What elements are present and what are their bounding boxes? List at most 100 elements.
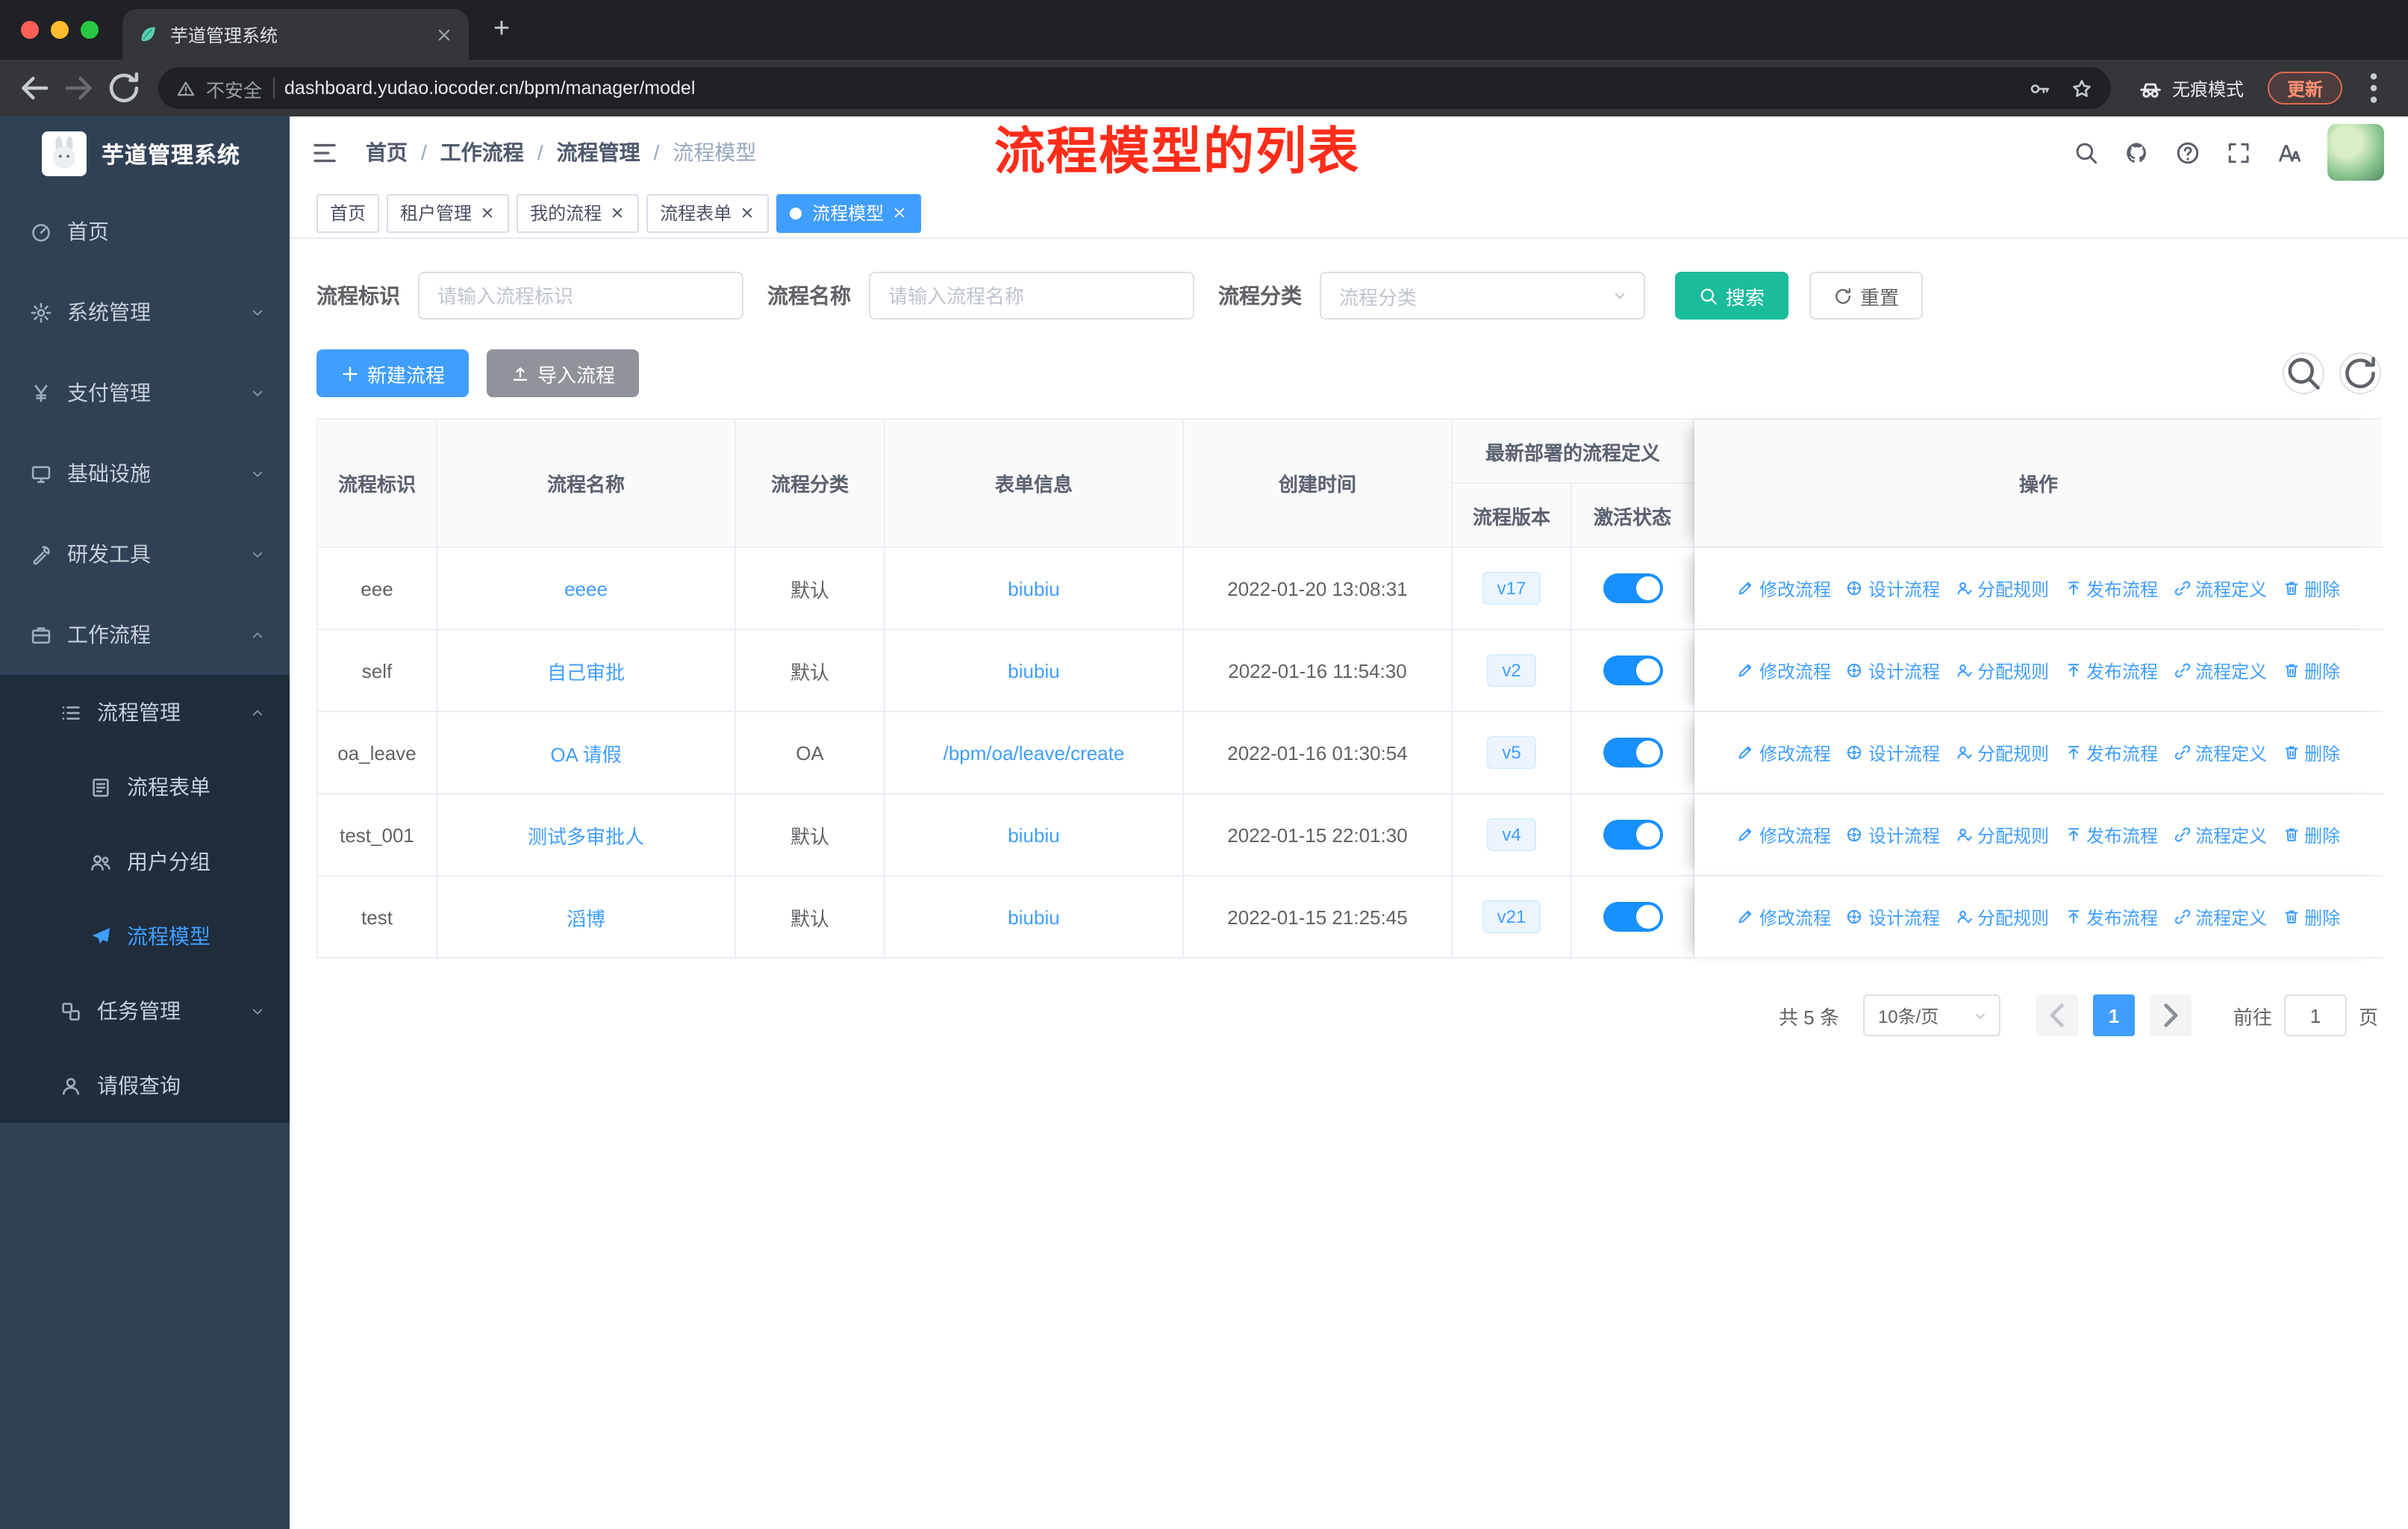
action-assign[interactable]: 分配规则 [1955, 658, 2049, 683]
prev-page-button[interactable] [2036, 994, 2078, 1036]
page-number-button[interactable]: 1 [2092, 994, 2135, 1036]
action-assign[interactable]: 分配规则 [1955, 822, 2049, 847]
active-switch[interactable] [1603, 573, 1662, 603]
action-publish[interactable]: 发布流程 [2064, 576, 2158, 601]
bookmark-icon[interactable] [2071, 77, 2093, 99]
action-design[interactable]: 设计流程 [1846, 576, 1940, 601]
sidebar-item-home[interactable]: 首页 [0, 191, 290, 272]
process-name-link[interactable]: 滔博 [567, 907, 605, 929]
action-edit[interactable]: 修改流程 [1737, 658, 1831, 683]
page-tag[interactable]: 流程模型 [776, 193, 922, 232]
goto-page-input[interactable] [2283, 994, 2347, 1036]
active-switch[interactable] [1603, 655, 1662, 685]
tag-close-icon[interactable] [891, 205, 908, 221]
sidebar-item-workflow[interactable]: 工作流程 [0, 594, 290, 675]
new-tab-button[interactable]: + [481, 9, 523, 51]
close-window-button[interactable] [21, 21, 39, 39]
process-name-link[interactable]: 测试多审批人 [528, 825, 644, 847]
action-definition[interactable]: 流程定义 [2173, 740, 2267, 765]
action-edit[interactable]: 修改流程 [1737, 822, 1831, 847]
sidebar-item-task-manage[interactable]: 任务管理 [0, 974, 290, 1048]
form-info-link[interactable]: biubiu [1008, 823, 1059, 846]
action-design[interactable]: 设计流程 [1846, 904, 1940, 929]
active-switch[interactable] [1603, 820, 1662, 850]
action-assign[interactable]: 分配规则 [1955, 740, 2049, 765]
search-button[interactable]: 搜索 [1675, 272, 1789, 320]
active-switch[interactable] [1603, 738, 1662, 767]
tab-close-icon[interactable] [434, 25, 454, 44]
action-delete[interactable]: 删除 [2282, 822, 2340, 847]
process-name-link[interactable]: OA 请假 [550, 743, 621, 765]
action-design[interactable]: 设计流程 [1846, 740, 1940, 765]
action-edit[interactable]: 修改流程 [1737, 576, 1831, 601]
action-definition[interactable]: 流程定义 [2173, 576, 2267, 601]
process-name-input[interactable] [869, 272, 1194, 320]
tag-close-icon[interactable] [739, 205, 755, 221]
active-switch[interactable] [1603, 902, 1662, 932]
action-delete[interactable]: 删除 [2282, 576, 2340, 601]
action-delete[interactable]: 删除 [2282, 740, 2340, 765]
action-design[interactable]: 设计流程 [1846, 658, 1940, 683]
browser-menu-button[interactable] [2354, 69, 2393, 108]
action-publish[interactable]: 发布流程 [2064, 904, 2158, 929]
sidebar-item-process-form[interactable]: 流程表单 [0, 750, 290, 824]
action-publish[interactable]: 发布流程 [2064, 658, 2158, 683]
reset-button[interactable]: 重置 [1809, 272, 1924, 320]
sidebar-item-process-manage[interactable]: 流程管理 [0, 675, 290, 750]
global-search-button[interactable] [2074, 140, 2099, 165]
action-delete[interactable]: 删除 [2282, 658, 2340, 683]
tag-close-icon[interactable] [479, 205, 496, 221]
breadcrumb-item[interactable]: 首页 [366, 137, 440, 167]
help-button[interactable] [2175, 140, 2200, 165]
process-key-input[interactable] [418, 272, 743, 320]
tag-close-icon[interactable] [609, 205, 626, 221]
forward-button[interactable] [60, 69, 99, 108]
passwords-icon[interactable] [2029, 77, 2051, 99]
page-tag[interactable]: 我的流程 [517, 193, 640, 232]
form-info-link[interactable]: /bpm/oa/leave/create [943, 741, 1125, 764]
update-button[interactable]: 更新 [2267, 72, 2342, 105]
process-category-select[interactable]: 流程分类 [1320, 272, 1645, 320]
next-page-button[interactable] [2149, 994, 2192, 1036]
sidebar-item-user-group[interactable]: 用户分组 [0, 824, 290, 899]
user-avatar[interactable] [2327, 124, 2384, 181]
process-name-link[interactable]: 自己审批 [547, 661, 625, 683]
sidebar-item-devtools[interactable]: 研发工具 [0, 514, 290, 594]
form-info-link[interactable]: biubiu [1008, 659, 1059, 682]
reload-button[interactable] [105, 69, 143, 108]
fullscreen-button[interactable] [2226, 140, 2251, 165]
action-assign[interactable]: 分配规则 [1955, 904, 2049, 929]
action-edit[interactable]: 修改流程 [1737, 904, 1831, 929]
address-bar[interactable]: 不安全 dashboard.yudao.iocoder.cn/bpm/manag… [158, 67, 2111, 109]
font-size-button[interactable] [2277, 140, 2302, 165]
page-tag[interactable]: 首页 [316, 193, 380, 232]
toggle-search-button[interactable] [2283, 352, 2324, 394]
zoom-window-button[interactable] [81, 21, 99, 39]
form-info-link[interactable]: biubiu [1008, 906, 1059, 928]
breadcrumb-item[interactable]: 流程管理 [557, 137, 673, 167]
breadcrumb-item[interactable]: 工作流程 [440, 137, 557, 167]
collapse-sidebar-button[interactable] [311, 138, 339, 166]
action-definition[interactable]: 流程定义 [2173, 904, 2267, 929]
sidebar-item-infra[interactable]: 基础设施 [0, 433, 290, 514]
action-publish[interactable]: 发布流程 [2064, 740, 2158, 765]
sidebar-item-system[interactable]: 系统管理 [0, 272, 290, 352]
form-info-link[interactable]: biubiu [1008, 577, 1059, 600]
page-size-select[interactable]: 10条/页 [1862, 994, 2000, 1036]
create-process-button[interactable]: 新建流程 [316, 349, 470, 397]
process-name-link[interactable]: eeee [564, 577, 608, 600]
back-button[interactable] [15, 69, 54, 108]
action-definition[interactable]: 流程定义 [2173, 658, 2267, 683]
sidebar-item-process-model[interactable]: 流程模型 [0, 899, 290, 974]
action-publish[interactable]: 发布流程 [2064, 822, 2158, 847]
page-tag[interactable]: 租户管理 [387, 193, 510, 232]
action-design[interactable]: 设计流程 [1846, 822, 1940, 847]
github-button[interactable] [2124, 140, 2150, 165]
page-tag[interactable]: 流程表单 [646, 193, 770, 232]
action-delete[interactable]: 删除 [2282, 904, 2340, 929]
refresh-table-button[interactable] [2339, 352, 2381, 394]
sidebar-item-payment[interactable]: 支付管理 [0, 352, 290, 433]
import-process-button[interactable]: 导入流程 [487, 349, 640, 397]
action-assign[interactable]: 分配规则 [1955, 576, 2049, 601]
minimize-window-button[interactable] [51, 21, 69, 39]
